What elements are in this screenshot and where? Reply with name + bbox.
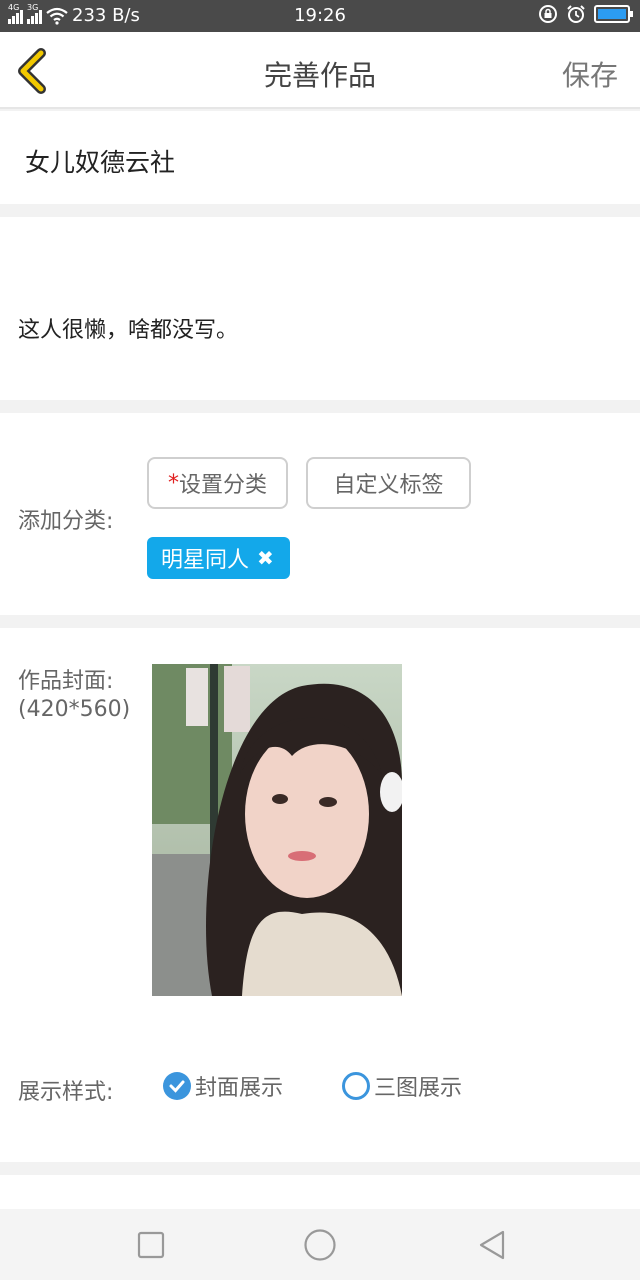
required-star: * [167,470,179,496]
square-icon[interactable] [133,1227,169,1263]
work-description-input[interactable]: 这人很懒，啥都没写。 [18,312,238,344]
system-nav-bar [0,1209,640,1280]
work-title-input[interactable]: 女儿奴德云社 [25,143,175,179]
alarm-icon [567,5,585,23]
set-category-button[interactable]: * 设置分类 [147,457,288,509]
cover-label-text: 作品封面: [18,669,114,694]
cover-section: 作品封面: (420*560) 展示样式: 封面展示 三图展示 [0,628,640,1162]
rotation-lock-icon [539,5,557,23]
display-style-label: 展示样式: [18,1080,114,1105]
custom-tag-button[interactable]: 自定义标签 [306,457,471,509]
page-title: 完善作品 [263,59,376,92]
bottom-section [0,1175,640,1209]
set-category-label: 设置分类 [178,473,267,498]
category-tag: 明星同人 ✖ [147,537,290,579]
triangle-back-icon[interactable] [474,1227,510,1263]
category-section: 添加分类: * 设置分类 自定义标签 明星同人 ✖ [0,413,640,615]
work-title-section: 女儿奴德云社 [0,111,640,204]
radio-unchecked-icon [342,1072,370,1100]
cover-image[interactable] [152,664,402,996]
category-tag-label: 明星同人 [161,548,250,573]
radio-checked-icon [163,1072,191,1100]
radio-cover-label: 封面展示 [195,1076,284,1101]
battery-icon [594,5,633,23]
category-label: 添加分类: [18,509,114,534]
work-description-section: 这人很懒，啥都没写。 [0,217,640,400]
cover-photo [152,664,402,996]
remove-tag-icon[interactable]: ✖ [257,546,274,570]
app-header: 完善作品 保存 [0,32,640,109]
status-right [538,4,633,24]
circle-icon[interactable] [302,1227,338,1263]
cover-label: 作品封面: (420*560) [18,668,130,724]
cover-size-hint: (420*560) [18,697,131,722]
radio-three-images[interactable]: 三图展示 [342,1070,462,1102]
status-bar: 4G 3G 233 B/s 19:26 [0,0,640,32]
radio-three-label: 三图展示 [374,1076,463,1101]
radio-cover-display[interactable]: 封面展示 [163,1070,283,1102]
save-button[interactable]: 保存 [562,54,618,94]
